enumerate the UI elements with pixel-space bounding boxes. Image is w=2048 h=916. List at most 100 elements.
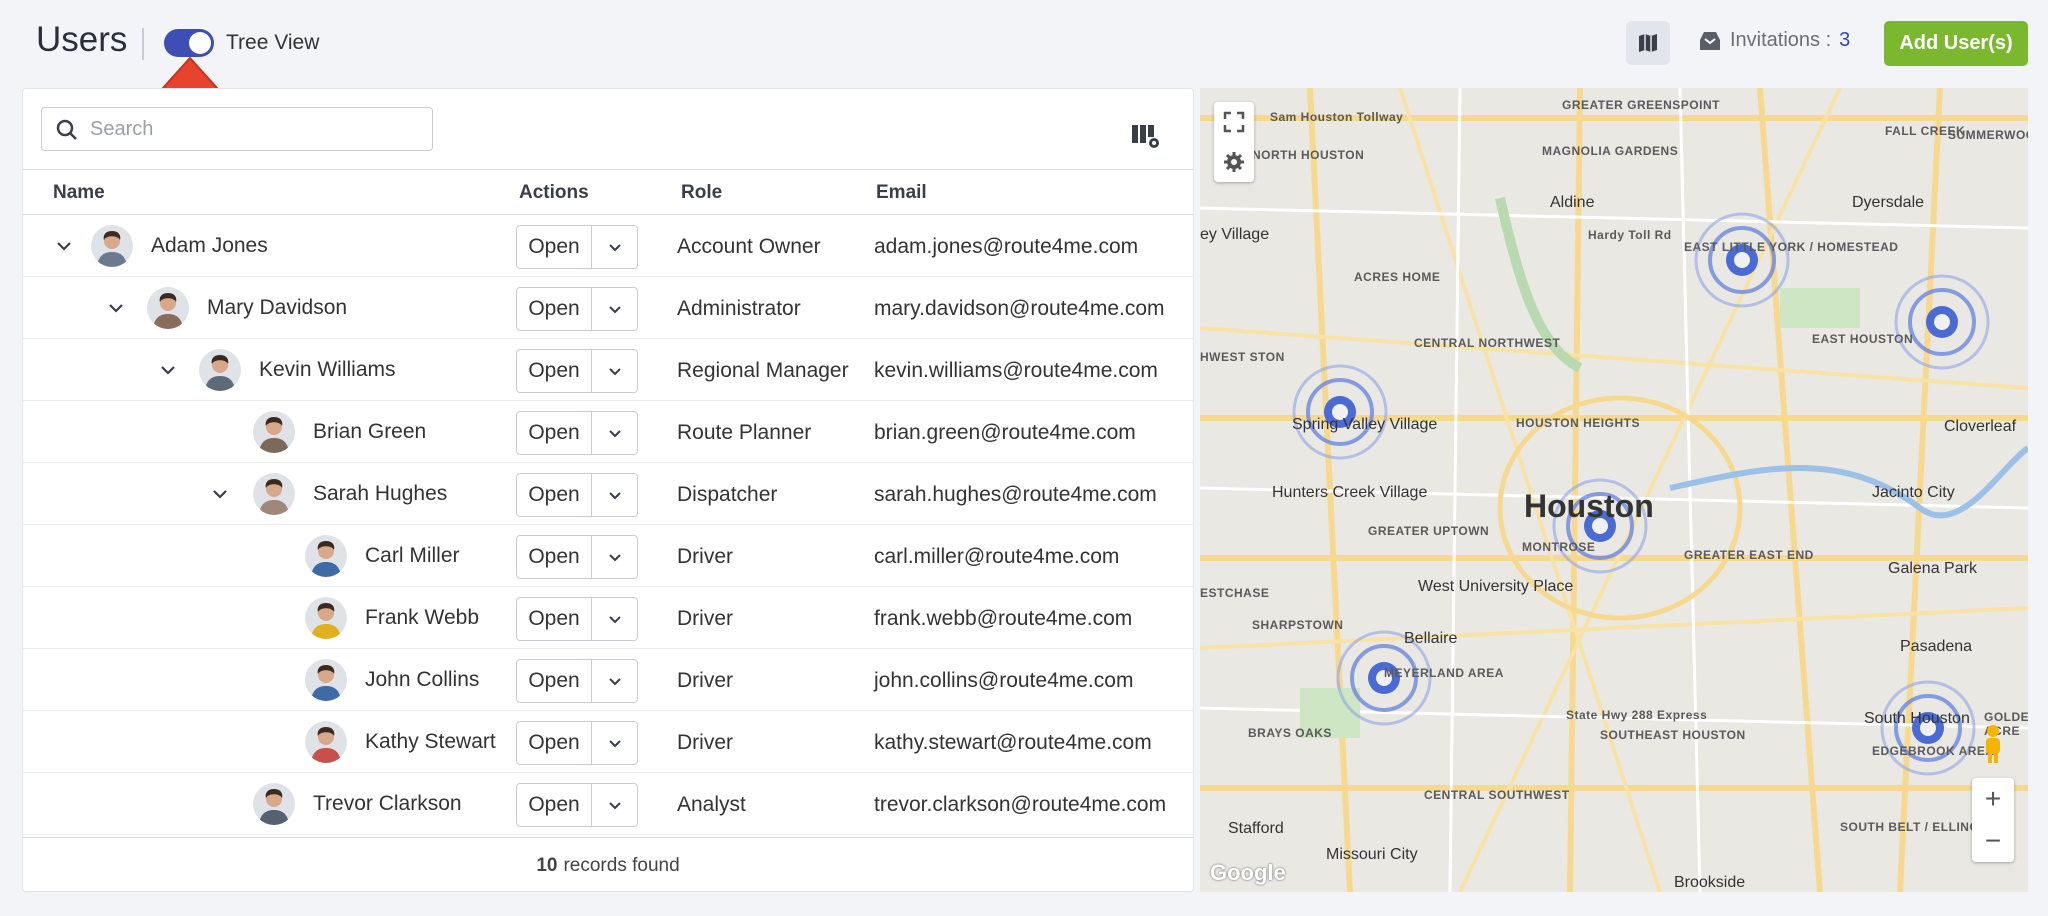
user-name[interactable]: Sarah Hughes [313, 482, 447, 506]
chevron-down-icon [608, 368, 621, 376]
chevron-down-icon [608, 430, 621, 438]
map-label: Spring Valley Village [1292, 416, 1438, 433]
route-marker[interactable] [1878, 678, 1978, 778]
user-role: Driver [677, 731, 733, 754]
user-email: frank.webb@route4me.com [874, 607, 1133, 630]
map-icon [1639, 34, 1657, 52]
table-row[interactable]: Carl Miller Open Driver carl.miller@route4m… [23, 525, 1193, 587]
map-label: GREATER GREENSPOINT [1562, 98, 1720, 112]
invitations-button[interactable]: Invitations : 3 [1698, 29, 1850, 52]
open-button[interactable]: Open [517, 660, 592, 702]
avatar [253, 411, 295, 453]
open-button[interactable]: Open [517, 226, 592, 268]
actions-dropdown-button[interactable] [592, 784, 637, 826]
map-label: SOUTHEAST HOUSTON [1600, 728, 1746, 742]
user-name[interactable]: Kevin Williams [259, 358, 396, 382]
actions-dropdown-button[interactable] [592, 350, 637, 392]
open-button[interactable]: Open [517, 350, 592, 392]
map-label: ESTCHASE [1200, 586, 1270, 600]
route-marker[interactable] [1892, 272, 1992, 372]
column-role[interactable]: Role [681, 182, 722, 204]
open-button[interactable]: Open [517, 784, 592, 826]
table-row[interactable]: Frank Webb Open Driver frank.webb@route4me.… [23, 587, 1193, 649]
actions-dropdown-button[interactable] [592, 598, 637, 640]
map-label: Aldine [1550, 194, 1595, 211]
chevron-down-icon[interactable] [53, 235, 75, 257]
map-label: Hunters Creek Village [1272, 484, 1428, 501]
zoom-in-button[interactable]: + [1985, 783, 2001, 815]
actions-dropdown-button[interactable] [592, 474, 637, 516]
search-input[interactable] [90, 116, 420, 142]
map-view[interactable]: Houston GREATER GREENSPOINT FALL CREEK SUM… [1200, 88, 2028, 892]
actions-dropdown-button[interactable] [592, 660, 637, 702]
user-role: Dispatcher [677, 483, 778, 506]
route-marker[interactable] [1290, 362, 1390, 462]
user-email: carl.miller@route4me.com [874, 545, 1120, 568]
column-name[interactable]: Name [53, 182, 105, 204]
zoom-out-button[interactable]: − [1985, 825, 2001, 857]
map-label: EAST HOUSTON [1812, 332, 1914, 346]
user-name[interactable]: Adam Jones [151, 234, 268, 258]
open-button[interactable]: Open [517, 474, 592, 516]
pegman-icon[interactable] [1982, 724, 2004, 764]
map-label: Cloverleaf [1944, 418, 2017, 435]
table-row[interactable]: Sarah Hughes Open Dispatcher sarah.hughes@r… [23, 463, 1193, 525]
fullscreen-icon[interactable] [1223, 111, 1245, 133]
map-label: State Hwy 288 Express [1566, 708, 1708, 722]
table-row[interactable]: Brian Green Open Route Planner brian.green@… [23, 401, 1193, 463]
search-box[interactable] [41, 107, 433, 151]
user-name[interactable]: Trevor Clarkson [313, 792, 462, 816]
map-view-button[interactable] [1626, 21, 1670, 65]
table-row[interactable]: Kevin Williams Open Regional Manager kevin.… [23, 339, 1193, 401]
chevron-down-icon [608, 492, 621, 500]
user-name[interactable]: Carl Miller [365, 544, 460, 568]
user-email: adam.jones@route4me.com [874, 235, 1139, 258]
actions-dropdown-button[interactable] [592, 226, 637, 268]
users-panel: Name Actions Role Email Adam Jones Open Ac… [22, 88, 1194, 892]
user-name[interactable]: John Collins [365, 668, 479, 692]
user-role: Driver [677, 669, 733, 692]
user-email: kathy.stewart@route4me.com [874, 731, 1152, 754]
actions-group: Open [516, 597, 638, 641]
open-button[interactable]: Open [517, 412, 592, 454]
actions-dropdown-button[interactable] [592, 722, 637, 764]
actions-dropdown-button[interactable] [592, 412, 637, 454]
map-label: Pasadena [1900, 638, 1973, 655]
actions-group: Open [516, 783, 638, 827]
column-email[interactable]: Email [876, 182, 927, 204]
map-label: GREATER UPTOWN [1368, 524, 1490, 538]
open-button[interactable]: Open [517, 722, 592, 764]
chevron-down-icon[interactable] [105, 297, 127, 319]
chevron-down-icon[interactable] [157, 359, 179, 381]
chevron-down-icon [608, 740, 621, 748]
map-label: CENTRAL SOUTHWEST [1424, 788, 1570, 802]
table-row[interactable]: Trevor Clarkson Open Analyst trevor.clarkso… [23, 773, 1193, 835]
tree-view-toggle[interactable] [164, 29, 214, 57]
open-button[interactable]: Open [517, 598, 592, 640]
map-label: Jacinto City [1872, 484, 1955, 501]
actions-dropdown-button[interactable] [592, 288, 637, 330]
route-marker[interactable] [1692, 210, 1792, 310]
user-role: Regional Manager [677, 359, 849, 382]
map-label: MAGNOLIA GARDENS [1542, 144, 1679, 158]
table-row[interactable]: John Collins Open Driver john.collins@route… [23, 649, 1193, 711]
table-row[interactable]: Mary Davidson Open Administrator mary.david… [23, 277, 1193, 339]
map-label: HWEST STON [1200, 350, 1285, 364]
add-users-button[interactable]: Add User(s) [1884, 21, 2028, 66]
gear-icon[interactable] [1223, 151, 1245, 173]
table-row[interactable]: Kathy Stewart Open Driver kathy.stewart@rou… [23, 711, 1193, 773]
map-label: HOUSTON HEIGHTS [1516, 416, 1640, 430]
user-name[interactable]: Kathy Stewart [365, 730, 496, 754]
user-name[interactable]: Frank Webb [365, 606, 479, 630]
user-name[interactable]: Mary Davidson [207, 296, 347, 320]
user-name[interactable]: Brian Green [313, 420, 426, 444]
columns-settings-icon[interactable] [1131, 123, 1161, 151]
open-button[interactable]: Open [517, 536, 592, 578]
chevron-down-icon[interactable] [209, 483, 231, 505]
actions-group: Open [516, 287, 638, 331]
map-label: West University Place [1418, 578, 1574, 595]
open-button[interactable]: Open [517, 288, 592, 330]
user-role: Driver [677, 545, 733, 568]
actions-dropdown-button[interactable] [592, 536, 637, 578]
table-row[interactable]: Adam Jones Open Account Owner adam.jones@ro… [23, 215, 1193, 277]
